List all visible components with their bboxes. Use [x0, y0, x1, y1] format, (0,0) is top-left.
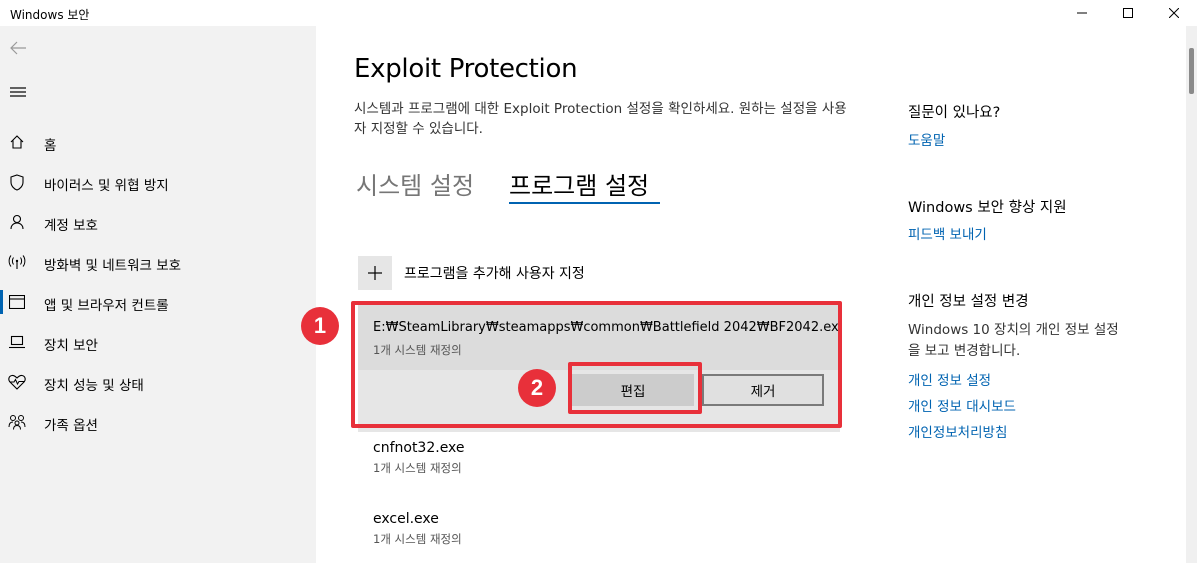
- sidebar-item-label: 계정 보호: [44, 218, 98, 234]
- improve-heading: Windows 보안 향상 지원: [908, 200, 1067, 216]
- annotation-badge-2: 2: [518, 369, 556, 407]
- sidebar-item-label: 방화벽 및 네트워크 보호: [44, 258, 182, 274]
- hamburger-icon: [10, 87, 26, 97]
- back-arrow-icon: [10, 41, 26, 55]
- program-name: excel.exe: [373, 511, 439, 527]
- close-button[interactable]: [1151, 0, 1197, 26]
- family-icon: [8, 413, 26, 431]
- maximize-icon: [1123, 8, 1133, 18]
- sidebar-item-family-options[interactable]: 가족 옵션: [0, 402, 316, 442]
- sidebar-item-label: 앱 및 브라우저 컨트롤: [44, 298, 169, 314]
- sidebar: 홈 바이러스 및 위협 방지 계정 보호 방화벽 및 네트워크 보호 앱 및 브…: [0, 26, 316, 563]
- minimize-icon: [1077, 12, 1087, 14]
- list-item[interactable]: cnfnot32.exe 1개 시스템 재정의: [373, 440, 465, 476]
- maximize-button[interactable]: [1105, 0, 1151, 26]
- program-name: cnfnot32.exe: [373, 440, 465, 456]
- sidebar-item-label: 장치 보안: [44, 338, 98, 354]
- person-icon: [8, 213, 26, 231]
- sidebar-item-app-browser-control[interactable]: 앱 및 브라우저 컨트롤: [0, 282, 316, 322]
- sidebar-item-label: 바이러스 및 위협 방지: [44, 178, 169, 194]
- sidebar-item-label: 홈: [44, 138, 57, 154]
- privacy-statement-link[interactable]: 개인정보처리방침: [908, 421, 1007, 441]
- sidebar-item-label: 장치 성능 및 상태: [44, 378, 144, 394]
- active-tab-indicator: [509, 202, 660, 204]
- sidebar-item-firewall[interactable]: 방화벽 및 네트워크 보호: [0, 242, 316, 282]
- question-heading: 질문이 있나요?: [908, 105, 1001, 121]
- privacy-dashboard-link[interactable]: 개인 정보 대시보드: [908, 395, 1016, 415]
- annotation-highlight-edit: [568, 362, 702, 414]
- sidebar-item-label: 가족 옵션: [44, 418, 98, 434]
- title-bar: Windows 보안: [0, 0, 1197, 26]
- annotation-badge-1: 1: [301, 307, 339, 345]
- help-link[interactable]: 도움말: [908, 129, 945, 149]
- program-overrides: 1개 시스템 재정의: [373, 532, 462, 546]
- sidebar-item-virus-protection[interactable]: 바이러스 및 위협 방지: [0, 162, 316, 202]
- sidebar-item-device-performance[interactable]: 장치 성능 및 상태: [0, 362, 316, 402]
- right-panel: 질문이 있나요? 도움말 Windows 보안 향상 지원 피드백 보내기 개인…: [881, 26, 1181, 563]
- close-icon: [1169, 8, 1179, 18]
- privacy-text: Windows 10 장치의 개인 정보 설정을 보고 변경합니다.: [908, 322, 1119, 359]
- window-title: Windows 보안: [10, 8, 90, 22]
- sidebar-item-account-protection[interactable]: 계정 보호: [0, 202, 316, 242]
- scrollbar-thumb[interactable]: [1189, 48, 1194, 94]
- home-icon: [8, 133, 26, 151]
- back-button[interactable]: [6, 36, 30, 60]
- page-description: 시스템과 프로그램에 대한 Exploit Protection 설정을 확인하…: [354, 101, 847, 137]
- tab-system-settings[interactable]: 시스템 설정: [356, 166, 474, 201]
- privacy-heading: 개인 정보 설정 변경: [908, 294, 1029, 310]
- feedback-link[interactable]: 피드백 보내기: [908, 223, 987, 243]
- plus-icon: [358, 256, 392, 290]
- heart-pulse-icon: [8, 373, 26, 391]
- shield-icon: [8, 173, 26, 191]
- program-overrides: 1개 시스템 재정의: [373, 461, 462, 475]
- menu-button[interactable]: [6, 80, 30, 104]
- minimize-button[interactable]: [1059, 0, 1105, 26]
- add-program-label: 프로그램을 추가해 사용자 지정: [404, 266, 585, 282]
- list-item[interactable]: excel.exe 1개 시스템 재정의: [373, 511, 462, 547]
- sidebar-item-device-security[interactable]: 장치 보안: [0, 322, 316, 362]
- privacy-settings-link[interactable]: 개인 정보 설정: [908, 369, 991, 389]
- antenna-icon: [8, 253, 26, 271]
- main-content: Exploit Protection 시스템과 프로그램에 대한 Exploit…: [316, 26, 881, 563]
- browser-window-icon: [8, 293, 26, 311]
- page-title: Exploit Protection: [354, 54, 578, 84]
- laptop-icon: [8, 333, 26, 351]
- tab-program-settings[interactable]: 프로그램 설정: [509, 166, 649, 201]
- add-program-button[interactable]: 프로그램을 추가해 사용자 지정: [358, 256, 585, 290]
- sidebar-item-home[interactable]: 홈: [0, 122, 316, 162]
- scrollbar[interactable]: [1186, 26, 1197, 563]
